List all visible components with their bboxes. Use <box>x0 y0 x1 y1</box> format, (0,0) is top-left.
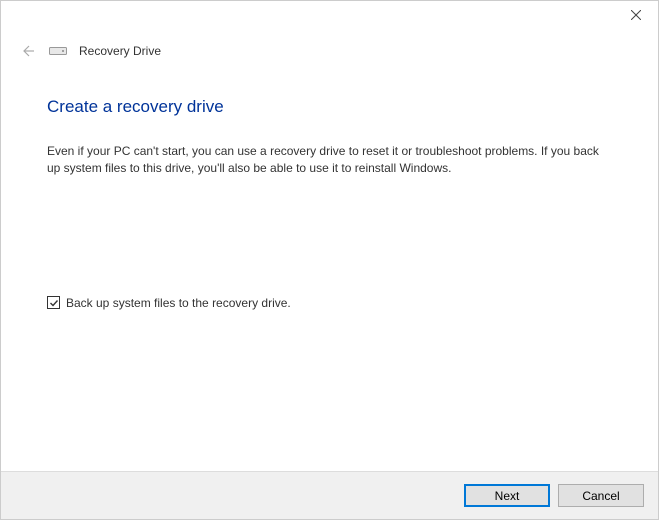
page-heading: Create a recovery drive <box>47 97 618 117</box>
content-area: Create a recovery drive Even if your PC … <box>1 61 658 310</box>
close-button[interactable] <box>613 1 658 29</box>
footer: Next Cancel <box>1 471 658 519</box>
next-button[interactable]: Next <box>464 484 550 507</box>
close-icon <box>631 10 641 20</box>
window-title: Recovery Drive <box>79 44 161 58</box>
backup-checkbox-label: Back up system files to the recovery dri… <box>66 296 291 310</box>
backup-checkbox-row[interactable]: Back up system files to the recovery dri… <box>47 296 618 310</box>
backup-checkbox[interactable] <box>47 296 60 309</box>
drive-icon <box>49 45 67 57</box>
back-button[interactable] <box>17 41 37 61</box>
page-description: Even if your PC can't start, you can use… <box>47 143 607 178</box>
cancel-button[interactable]: Cancel <box>558 484 644 507</box>
titlebar <box>1 1 658 33</box>
header-row: Recovery Drive <box>1 33 658 61</box>
checkmark-icon <box>49 298 59 308</box>
back-arrow-icon <box>19 43 35 59</box>
